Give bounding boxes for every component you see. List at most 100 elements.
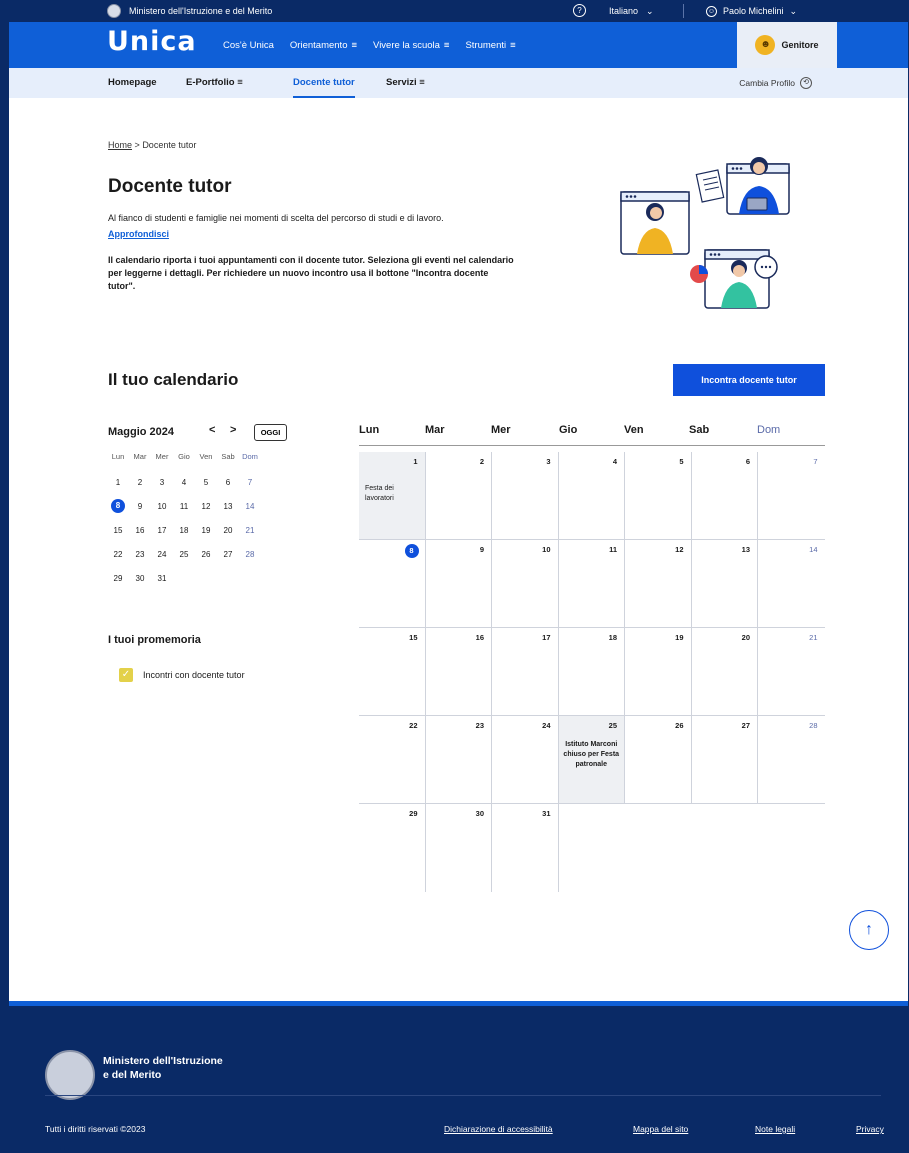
mini-day[interactable]: 22 [106,550,130,559]
mini-day[interactable]: 11 [172,502,196,511]
mini-day[interactable]: 14 [238,502,262,511]
mini-day[interactable]: 23 [128,550,152,559]
calendar-day-cell[interactable]: 1 Festa dei lavoratori [359,452,426,540]
calendar-day-cell[interactable]: 15 [359,628,426,716]
profile-badge[interactable]: ☻ Genitore [737,22,837,68]
mini-day[interactable]: 13 [216,502,240,511]
accessibility-link[interactable]: Dichiarazione di accessibilità [444,1124,553,1134]
mini-day[interactable]: 24 [150,550,174,559]
calendar-day-cell[interactable]: 2 [425,452,492,540]
mini-day[interactable]: 1 [106,478,130,487]
mini-day[interactable]: 28 [238,550,262,559]
calendar-day-cell[interactable]: 23 [425,716,492,804]
language-selector[interactable]: Italiano ⌄ [609,0,654,22]
calendar-day-cell[interactable]: 9 [425,540,492,628]
mini-day[interactable]: 17 [150,526,174,535]
arrow-up-icon[interactable]: ↑ [849,910,889,950]
mini-day-today[interactable]: 8 [111,499,125,513]
calendar-day-cell[interactable]: 28 [758,716,825,804]
nav-cose-unica[interactable]: Cos'è Unica [223,40,274,51]
user-menu[interactable]: ☺ Paolo Michelini ⌄ [706,0,797,22]
nav-orientamento[interactable]: Orientamento ≡ [290,40,357,51]
unica-logo[interactable]: Unica [107,26,197,57]
calendar-day-cell[interactable]: 14 [758,540,825,628]
mini-day[interactable]: 10 [150,502,174,511]
mini-day[interactable]: 19 [194,526,218,535]
calendar-day-cell[interactable]: 8 [359,540,426,628]
subnav-homepage[interactable]: Homepage [108,68,157,98]
checkbox-checked-icon[interactable]: ✓ [119,668,133,682]
calendar-day-number: 7 [813,457,818,466]
calendar-day-cell[interactable]: 11 [558,540,625,628]
calendar-day-cell[interactable]: 31 [492,804,559,892]
calendar-day-cell[interactable]: 3 [492,452,559,540]
mini-day[interactable]: 20 [216,526,240,535]
calendar-weekday: Ven [624,424,644,436]
mini-weekday: Ven [199,452,213,461]
mini-day[interactable]: 7 [238,478,262,487]
calendar-day-cell[interactable]: 20 [691,628,758,716]
mini-day[interactable]: 15 [106,526,130,535]
calendar-day-cell[interactable]: 26 [625,716,692,804]
nav-vivere-la-scuola[interactable]: Vivere la scuola ≡ [373,40,449,51]
subnav-servizi[interactable]: Servizi ≡ [386,68,425,98]
calendar-day-cell[interactable]: 22 [359,716,426,804]
learn-more-link[interactable]: Approfondisci [108,229,169,239]
calendar-day-cell[interactable]: 16 [425,628,492,716]
mini-day[interactable]: 31 [150,574,174,583]
mini-day[interactable]: 27 [216,550,240,559]
subnav-docente-tutor[interactable]: Docente tutor [293,68,355,98]
mini-day[interactable]: 18 [172,526,196,535]
mini-day[interactable]: 2 [128,478,152,487]
mini-day[interactable]: 30 [128,574,152,583]
mini-day[interactable]: 6 [216,478,240,487]
subnav-e-portfolio[interactable]: E-Portfolio ≡ [186,68,243,98]
privacy-link[interactable]: Privacy [856,1124,884,1134]
calendar-day-cell[interactable]: 12 [625,540,692,628]
mini-day[interactable]: 25 [172,550,196,559]
menu-icon: ≡ [351,39,358,51]
mini-day[interactable]: 26 [194,550,218,559]
calendar-day-cell[interactable]: 25 Istituto Marconi chiuso per Festa patr… [558,716,625,804]
calendar-day-cell[interactable]: 17 [492,628,559,716]
calendar-event[interactable]: Istituto Marconi chiuso per Festa patron… [559,740,625,770]
nav-strumenti[interactable]: Strumenti ≡ [465,40,515,51]
calendar-day-cell[interactable]: 18 [558,628,625,716]
question-icon[interactable]: ? [573,4,586,17]
mini-day[interactable]: 4 [172,478,196,487]
chevron-right-icon[interactable]: > [230,424,236,436]
mini-day[interactable]: 29 [106,574,130,583]
mini-day[interactable]: 3 [150,478,174,487]
calendar-day-cell[interactable]: 19 [625,628,692,716]
mini-day[interactable]: 5 [194,478,218,487]
reminder-item[interactable]: ✓ Incontri con docente tutor [119,668,245,682]
today-button[interactable]: OGGI [254,424,287,441]
institution-link[interactable]: Ministero dell'Istruzione e del Merito [107,0,272,22]
calendar-day-number: 29 [409,809,418,818]
breadcrumb-home-link[interactable]: Home [108,140,132,150]
calendar-day-cell[interactable]: 6 [691,452,758,540]
mini-day[interactable]: 16 [128,526,152,535]
calendar-day-number: 21 [809,633,818,642]
mini-day[interactable]: 9 [128,502,152,511]
mini-day[interactable]: 12 [194,502,218,511]
mini-day[interactable]: 21 [238,526,262,535]
calendar-day-cell[interactable]: 10 [492,540,559,628]
calendar-day-cell[interactable]: 24 [492,716,559,804]
footer-institution[interactable]: Ministero dell'Istruzione e del Merito [103,1054,283,1082]
calendar-day-cell[interactable]: 30 [426,804,492,892]
calendar-day-cell[interactable]: 13 [691,540,758,628]
calendar-day-cell[interactable]: 29 [359,804,426,892]
chevron-left-icon[interactable]: < [209,424,215,436]
sitemap-link[interactable]: Mappa del sito [633,1124,688,1134]
calendar-day-cell[interactable]: 5 [625,452,692,540]
change-profile-link[interactable]: Cambia Profilo ⟲ [739,68,812,98]
legal-notes-link[interactable]: Note legali [755,1124,795,1134]
calendar-day-cell[interactable]: 7 [758,452,825,540]
calendar-day-cell[interactable]: 4 [558,452,625,540]
calendar-day-cell[interactable]: 27 [691,716,758,804]
meet-tutor-button[interactable]: Incontra docente tutor [673,364,825,396]
calendar-day-cell[interactable]: 21 [758,628,825,716]
calendar-event[interactable]: Festa dei lavoratori [365,484,415,504]
calendar-day-number: 17 [542,633,551,642]
